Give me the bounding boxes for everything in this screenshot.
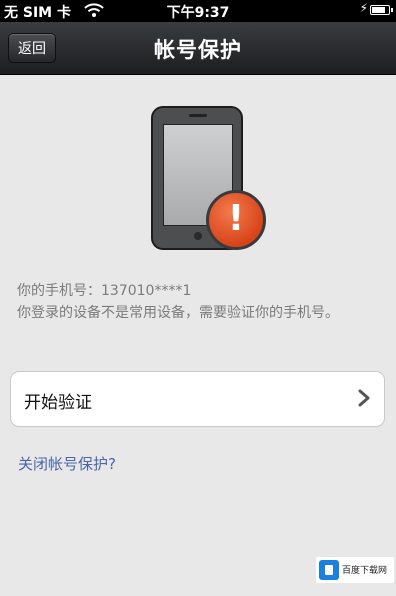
phone-speaker: [189, 114, 207, 117]
status-bar: 无 SIM 卡 下午9:37 ⚡: [0, 0, 396, 22]
security-message: 你的手机号：137010****1 你登录的设备不是常用设备，需要验证你的手机号…: [17, 280, 387, 324]
status-time: 下午9:37: [166, 5, 230, 21]
nav-bar: 返回 帐号保护: [0, 22, 396, 75]
phone-number-text: 你的手机号：137010****1: [17, 283, 192, 299]
charging-icon: ⚡: [359, 1, 368, 15]
chevron-right-icon: [356, 389, 372, 407]
battery-fill: [372, 7, 385, 13]
phone-home-button: [194, 232, 202, 240]
battery-icon: [370, 5, 393, 15]
watermark-logo: 百度下载网: [316, 557, 394, 583]
watermark-icon: [319, 560, 339, 580]
start-verification-label: 开始验证: [24, 393, 92, 413]
start-verification-button[interactable]: 开始验证: [10, 371, 385, 427]
watermark-text: 百度下载网: [342, 566, 388, 576]
close-account-protection-link[interactable]: 关闭帐号保护?: [18, 453, 116, 474]
page-title: 帐号保护: [154, 38, 242, 62]
verification-reason-text: 你登录的设备不是常用设备，需要验证你的手机号。: [17, 305, 339, 321]
warning-icon: !: [206, 190, 266, 250]
